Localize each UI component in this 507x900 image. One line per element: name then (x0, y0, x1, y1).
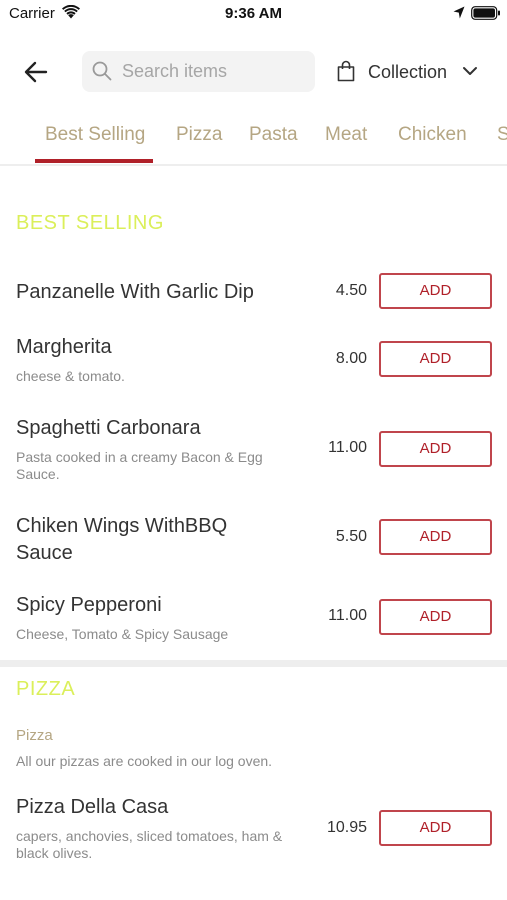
item-price: 11.00 (328, 439, 367, 456)
item-name: Spicy Pepperoni (16, 594, 162, 616)
tab-pizza[interactable]: Pizza (176, 124, 222, 146)
item-name: Panzanelle With Garlic Dip (16, 281, 254, 303)
item-price: 10.95 (326, 819, 367, 836)
collection-dropdown[interactable]: Collection (334, 54, 484, 90)
item-name: Pizza Della Casa (16, 796, 169, 818)
item-description: Cheese, Tomato & Spicy Sausage (16, 626, 229, 642)
add-button[interactable]: ADD (379, 273, 492, 309)
item-description: Pasta cooked in a creamy Bacon & Egg Sau… (16, 449, 263, 482)
item-name: Chiken Wings WithBBQ Sauce (16, 515, 228, 564)
category-subtitle: Pizza (16, 727, 53, 744)
item-price: 8.00 (335, 350, 367, 367)
section-title-best-selling: BEST SELLING (16, 212, 164, 234)
active-tab-indicator (35, 159, 153, 163)
search-icon (92, 61, 112, 81)
section-divider (0, 660, 507, 667)
add-button[interactable]: ADD (379, 341, 492, 377)
category-tabs: Best Selling Pizza Pasta Meat Chicken S (0, 112, 507, 166)
item-description: cheese & tomato. (16, 368, 125, 384)
back-arrow-icon[interactable] (22, 58, 50, 86)
shopping-bag-icon (337, 60, 355, 82)
status-bar: Carrier 9:36 AM (0, 0, 507, 28)
tab-meat[interactable]: Meat (325, 124, 367, 146)
tab-best-selling[interactable]: Best Selling (45, 124, 145, 146)
category-description: All our pizzas are cooked in our log ove… (16, 753, 273, 769)
add-button[interactable]: ADD (379, 599, 492, 635)
tab-chicken[interactable]: Chicken (398, 124, 467, 146)
add-button[interactable]: ADD (379, 431, 492, 467)
item-price: 4.50 (335, 282, 367, 299)
search-box[interactable] (82, 51, 315, 92)
add-button[interactable]: ADD (379, 810, 492, 846)
chevron-down-icon (463, 67, 477, 75)
item-description: capers, anchovies, sliced tomatoes, ham … (16, 828, 283, 861)
item-price: 11.00 (328, 607, 367, 624)
section-title-pizza: PIZZA (16, 678, 76, 700)
item-name: Spaghetti Carbonara (16, 417, 201, 439)
clock: 9:36 AM (225, 5, 282, 22)
location-arrow-icon (453, 6, 465, 19)
item-price: 5.50 (335, 528, 367, 545)
collection-label: Collection (368, 62, 448, 82)
tab-partial[interactable]: S (497, 124, 507, 146)
search-input[interactable] (122, 57, 307, 86)
battery-icon (471, 6, 500, 20)
add-button[interactable]: ADD (379, 519, 492, 555)
tab-pasta[interactable]: Pasta (249, 124, 298, 146)
item-name: Margherita (16, 336, 112, 358)
